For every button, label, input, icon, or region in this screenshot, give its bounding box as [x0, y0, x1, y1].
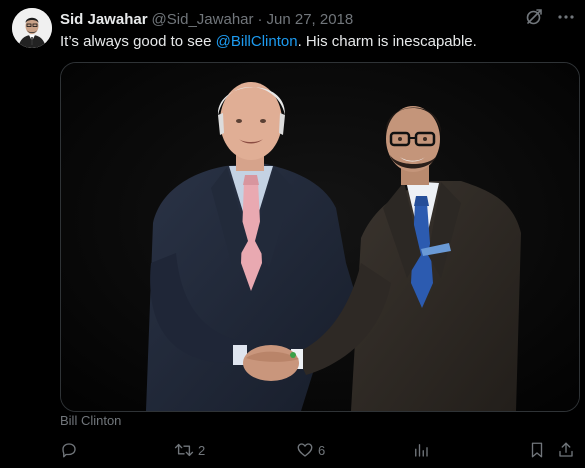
- heart-icon: [296, 441, 314, 459]
- reply-icon: [60, 441, 78, 459]
- action-bar: 2 6: [60, 441, 575, 461]
- tweet-photo[interactable]: [60, 62, 580, 412]
- retweet-count: 2: [198, 442, 206, 458]
- analytics-icon: [412, 441, 430, 459]
- top-actions: [525, 8, 575, 26]
- tweet-text-start: It’s always good to see: [60, 33, 216, 50]
- grok-icon[interactable]: [525, 8, 543, 26]
- author-name[interactable]: Sid Jawahar: [60, 11, 148, 28]
- mention-link[interactable]: @BillClinton: [216, 33, 298, 50]
- media-caption[interactable]: Bill Clinton: [60, 413, 121, 428]
- analytics-button[interactable]: [412, 441, 434, 459]
- like-count: 6: [318, 442, 326, 458]
- tweet-header: Sid Jawahar @Sid_Jawahar · Jun 27, 2018: [60, 9, 573, 29]
- more-icon[interactable]: [557, 8, 575, 26]
- separator-dot: ·: [257, 10, 263, 28]
- bookmark-icon: [528, 441, 546, 459]
- tweet-date[interactable]: Jun 27, 2018: [267, 11, 354, 28]
- photo-image: [61, 63, 579, 411]
- tweet-text-end: . His charm is inescapable.: [297, 33, 477, 50]
- retweet-icon: [174, 441, 194, 459]
- share-icon: [557, 441, 575, 459]
- author-handle[interactable]: @Sid_Jawahar: [152, 11, 254, 28]
- retweet-button[interactable]: 2: [174, 441, 205, 459]
- avatar-image: [12, 8, 52, 48]
- like-button[interactable]: 6: [296, 441, 325, 459]
- share-button[interactable]: [557, 441, 575, 459]
- bookmark-button[interactable]: [528, 441, 546, 459]
- reply-button[interactable]: [60, 441, 82, 459]
- tweet-text: It’s always good to see @BillClinton. Hi…: [60, 32, 573, 52]
- avatar[interactable]: [12, 8, 52, 48]
